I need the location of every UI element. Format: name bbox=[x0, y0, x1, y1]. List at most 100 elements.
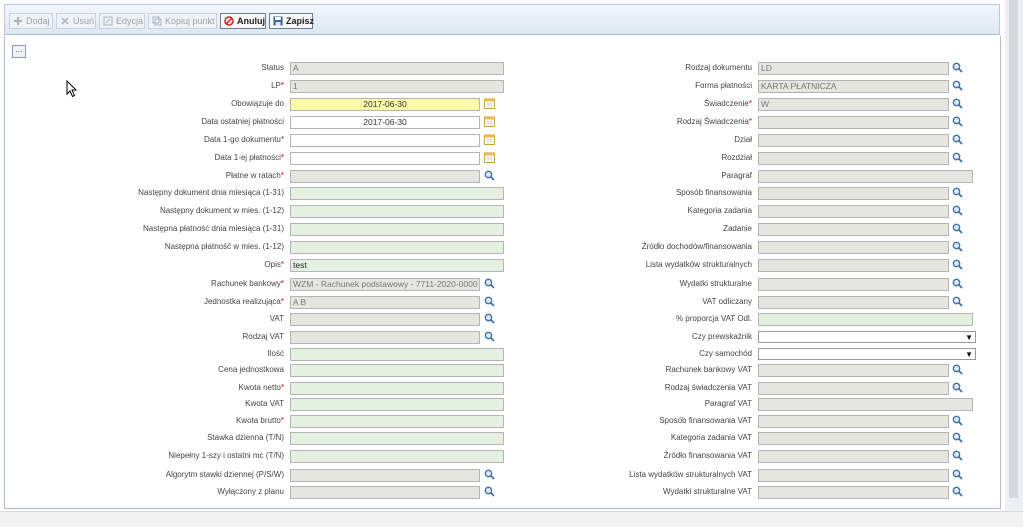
search-icon[interactable] bbox=[484, 296, 495, 307]
left-stawka-dzienna-field[interactable] bbox=[290, 432, 504, 445]
left-platne-w-ratach-field[interactable] bbox=[290, 170, 480, 183]
right-kategoria-zadania-field[interactable] bbox=[758, 205, 949, 218]
left-jednostka-realizujaca-field[interactable]: A B bbox=[290, 296, 480, 309]
search-icon[interactable] bbox=[952, 278, 963, 289]
right-kategoria-vat-field[interactable] bbox=[758, 432, 949, 445]
search-icon[interactable] bbox=[952, 241, 963, 252]
left-kwota-vat-field[interactable] bbox=[290, 398, 504, 411]
left-kwota-brutto-label-text: Kwota brutto bbox=[235, 416, 281, 425]
right-lista-wydatkow-field[interactable] bbox=[758, 259, 949, 272]
search-icon[interactable] bbox=[952, 415, 963, 426]
right-rodzaj-swiadczenia-vat-field[interactable] bbox=[758, 382, 949, 395]
left-nastepna-plat-dnia-field[interactable] bbox=[290, 223, 504, 236]
right-dzial-field[interactable] bbox=[758, 134, 949, 147]
left-kwota-netto-field[interactable] bbox=[290, 382, 504, 395]
left-status-field[interactable]: A bbox=[290, 62, 504, 75]
left-vat-field[interactable] bbox=[290, 313, 480, 326]
right-wydatki-strukturalne-field[interactable] bbox=[758, 278, 949, 291]
search-icon[interactable] bbox=[484, 278, 495, 289]
left-wylaczony-label-text: Wyłączony z planu bbox=[217, 487, 284, 496]
search-icon[interactable] bbox=[952, 223, 963, 234]
search-icon[interactable] bbox=[952, 62, 963, 73]
search-icon[interactable] bbox=[952, 432, 963, 443]
search-icon[interactable] bbox=[484, 313, 495, 324]
search-icon[interactable] bbox=[952, 296, 963, 307]
right-sposob-finansowania-field[interactable] bbox=[758, 187, 949, 200]
left-data-ostatniej-platnosci-field[interactable]: 2017-06-30 bbox=[290, 116, 480, 129]
right-swiadczenie-field[interactable]: W bbox=[758, 98, 949, 111]
search-icon[interactable] bbox=[952, 486, 963, 497]
left-algorytm-label: Algorytm stawki dziennej (P/S/W) bbox=[166, 469, 284, 481]
search-icon[interactable] bbox=[484, 331, 495, 342]
search-icon[interactable] bbox=[952, 80, 963, 91]
left-rachunek-bankowy-field[interactable]: WZM - Rachunek podstawowy - 7711-2020-00… bbox=[290, 278, 480, 291]
right-paragraf-field[interactable] bbox=[758, 170, 973, 183]
right-zrodlo-field[interactable] bbox=[758, 241, 949, 254]
right-rozdzial-field[interactable] bbox=[758, 152, 949, 165]
left-data-1ej-platnosci-field[interactable] bbox=[290, 152, 480, 165]
right-wydatki-vat-field[interactable] bbox=[758, 486, 949, 499]
right-sposob-vat-field[interactable] bbox=[758, 415, 949, 428]
search-icon[interactable] bbox=[952, 116, 963, 127]
right-rodzaj-swiadczenia-field[interactable] bbox=[758, 116, 949, 129]
left-nastepna-plat-mies-field[interactable] bbox=[290, 241, 504, 254]
left-jednostka-realizujaca-label: Jednostka realizująca* bbox=[204, 296, 284, 308]
scrollbar-thumb[interactable] bbox=[1009, 0, 1018, 498]
expand-button[interactable]: ... bbox=[12, 45, 26, 58]
right-rodzaj-dokumentu-field[interactable]: LD bbox=[758, 62, 949, 75]
search-icon[interactable] bbox=[952, 152, 963, 163]
search-icon[interactable] bbox=[952, 364, 963, 375]
right-zrodlo-vat-field[interactable] bbox=[758, 450, 949, 463]
left-nastepny-dok-mies-field[interactable] bbox=[290, 205, 504, 218]
left-nastepny-dok-dnia-field[interactable] bbox=[290, 187, 504, 200]
search-icon[interactable] bbox=[952, 382, 963, 393]
left-niepelny-field[interactable] bbox=[290, 450, 504, 463]
calendar-icon[interactable] bbox=[484, 134, 495, 145]
save-button[interactable]: Zapisz bbox=[269, 13, 314, 29]
search-icon[interactable] bbox=[952, 450, 963, 461]
left-cena-jednostkowa-field[interactable] bbox=[290, 364, 504, 377]
left-algorytm-field[interactable] bbox=[290, 469, 480, 482]
right-rachunek-vat-field[interactable] bbox=[758, 364, 949, 377]
left-obowiazuje-do-field[interactable]: 2017-06-30 bbox=[290, 98, 480, 111]
right-czy-samochod-select[interactable]: ▼ bbox=[758, 348, 976, 360]
right-proporcja-vat-label: % proporcja VAT Odl. bbox=[676, 313, 752, 325]
right-zrodlo-vat-label-text: Źródło finansowania VAT bbox=[663, 451, 752, 460]
left-lp-field[interactable]: 1 bbox=[290, 80, 504, 93]
delete-button[interactable]: Usuń bbox=[56, 13, 96, 29]
right-kategoria-zadania-label: Kategoria zadania bbox=[688, 205, 753, 217]
right-swiadczenie-label-text: Świadczenie bbox=[703, 99, 749, 108]
left-kwota-brutto-field[interactable] bbox=[290, 415, 504, 428]
right-rachunek-vat-label-text: Rachunek bankowy VAT bbox=[665, 365, 752, 374]
right-zadanie-field[interactable] bbox=[758, 223, 949, 236]
left-wylaczony-field[interactable] bbox=[290, 486, 480, 499]
right-vat-odliczany-field[interactable] bbox=[758, 296, 949, 309]
calendar-icon[interactable] bbox=[484, 152, 495, 163]
scrollbar[interactable] bbox=[1005, 0, 1023, 526]
calendar-icon[interactable] bbox=[484, 116, 495, 127]
search-icon[interactable] bbox=[952, 205, 963, 216]
right-proporcja-vat-field[interactable] bbox=[758, 313, 973, 326]
search-icon[interactable] bbox=[952, 187, 963, 198]
right-lista-vat-field[interactable] bbox=[758, 469, 949, 482]
calendar-icon[interactable] bbox=[484, 98, 495, 109]
add-button[interactable]: Dodaj bbox=[9, 13, 53, 29]
search-icon[interactable] bbox=[952, 469, 963, 480]
search-icon[interactable] bbox=[484, 170, 495, 181]
left-ilosc-field[interactable] bbox=[290, 348, 504, 361]
search-icon[interactable] bbox=[952, 134, 963, 145]
search-icon[interactable] bbox=[952, 259, 963, 270]
left-data-1go-dokumentu-field[interactable] bbox=[290, 134, 480, 147]
cancel-button[interactable]: Anuluj bbox=[220, 13, 266, 29]
search-icon[interactable] bbox=[484, 469, 495, 480]
right-czy-prewskaznik-select[interactable]: ▼ bbox=[758, 331, 976, 343]
search-icon[interactable] bbox=[952, 98, 963, 109]
right-forma-platnosci-field[interactable]: KARTA PŁATNICZA bbox=[758, 80, 949, 93]
edit-button[interactable]: Edycja bbox=[99, 13, 145, 29]
left-rodzaj-vat-field[interactable] bbox=[290, 331, 480, 344]
right-paragraf-vat-field[interactable] bbox=[758, 398, 973, 411]
search-icon[interactable] bbox=[484, 486, 495, 497]
right-proporcja-vat-label-text: % proporcja VAT Odl. bbox=[675, 314, 752, 323]
copy-point-button[interactable]: Kopiuj punkt bbox=[148, 13, 217, 29]
left-opis-field[interactable]: test bbox=[290, 259, 504, 272]
